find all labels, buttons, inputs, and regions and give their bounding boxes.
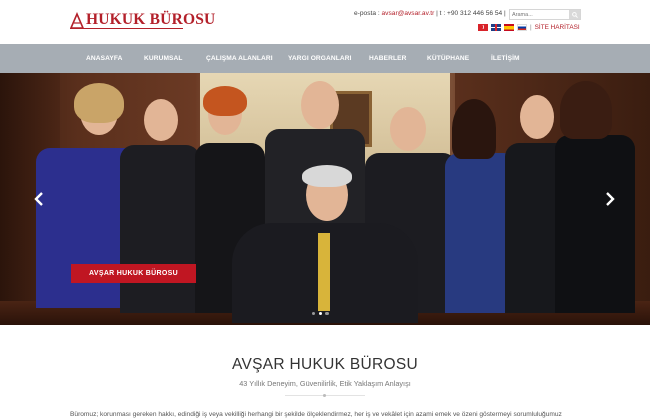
search-button[interactable]: [569, 10, 580, 19]
nav-item-news[interactable]: HABERLER: [369, 55, 406, 62]
page-title: AVŞAR HUKUK BÜROSU: [232, 356, 418, 373]
person-5-head: [390, 107, 426, 151]
es-flag-icon[interactable]: [504, 24, 514, 31]
person-8-hair: [560, 81, 612, 139]
search-icon: [571, 11, 578, 18]
search-input[interactable]: [512, 11, 570, 19]
logo-underline: [70, 28, 183, 29]
main-nav: ANASAYFA KURUMSAL ÇALIŞMA ALANLARI YARGI…: [0, 44, 650, 73]
person-7-head: [520, 95, 554, 139]
contact-info: e-posta : avsar@avsar.av.tr | t : +90 31…: [354, 10, 506, 17]
slider-prev-button[interactable]: [33, 191, 45, 207]
language-selector: | SİTE HARİTASI: [478, 24, 580, 31]
nav-item-home[interactable]: ANASAYFA: [86, 55, 122, 62]
en-flag-icon[interactable]: [491, 24, 501, 31]
person-seated-hair: [302, 165, 352, 187]
email-link[interactable]: avsar@avsar.av.tr: [382, 10, 435, 17]
slider-next-button[interactable]: [604, 191, 616, 207]
hero-slider: AVŞAR HUKUK BÜROSU: [0, 73, 650, 325]
tr-flag-icon[interactable]: [478, 24, 488, 31]
slider-dot[interactable]: [325, 312, 329, 316]
contact-separator-end: |: [504, 10, 506, 17]
nav-item-library[interactable]: KÜTÜPHANE: [427, 55, 469, 62]
sitemap-link[interactable]: SİTE HARİTASI: [535, 24, 580, 31]
email-label: e-posta :: [354, 10, 380, 17]
nav-item-practice-areas[interactable]: ÇALIŞMA ALANLARI: [206, 55, 273, 62]
site-header: HUKUK BÜROSU e-posta : avsar@avsar.av.tr…: [0, 0, 650, 44]
person-seated-tie: [318, 233, 330, 311]
person-1-hair: [74, 83, 124, 123]
nav-item-judicial-bodies[interactable]: YARGI ORGANLARI: [288, 55, 352, 62]
contact-separator: |: [436, 10, 438, 17]
slider-pagination: [310, 312, 330, 316]
person-8: [555, 135, 635, 313]
person-2-head: [144, 99, 178, 141]
search-box: [509, 9, 581, 20]
person-6-hair: [452, 99, 496, 159]
slider-dot-active[interactable]: [318, 312, 322, 316]
intro-paragraph: Büromuz; korunması gereken hakkı, edindi…: [70, 411, 562, 418]
nav-item-contact[interactable]: İLETİŞİM: [491, 55, 520, 62]
page-subtitle: 43 Yıllık Deneyim, Güvenilirlik, Etik Ya…: [239, 379, 411, 388]
scales-logo-icon: [70, 12, 84, 28]
phone-label: t :: [439, 10, 446, 17]
person-2: [120, 145, 200, 313]
phone-number: +90 312 446 56 54: [447, 10, 503, 17]
logo-text: HUKUK BÜROSU: [86, 11, 216, 28]
lang-separator: |: [530, 24, 532, 31]
chevron-right-icon: [606, 192, 615, 206]
slider-dot[interactable]: [311, 312, 315, 316]
person-4-head: [301, 81, 339, 129]
person-3-hair: [203, 86, 247, 116]
ru-flag-icon[interactable]: [517, 24, 527, 31]
title-divider-dot: [323, 394, 326, 397]
nav-item-corporate[interactable]: KURUMSAL: [144, 55, 183, 62]
hero-cta-button[interactable]: AVŞAR HUKUK BÜROSU: [71, 264, 196, 283]
chevron-left-icon: [34, 192, 43, 206]
